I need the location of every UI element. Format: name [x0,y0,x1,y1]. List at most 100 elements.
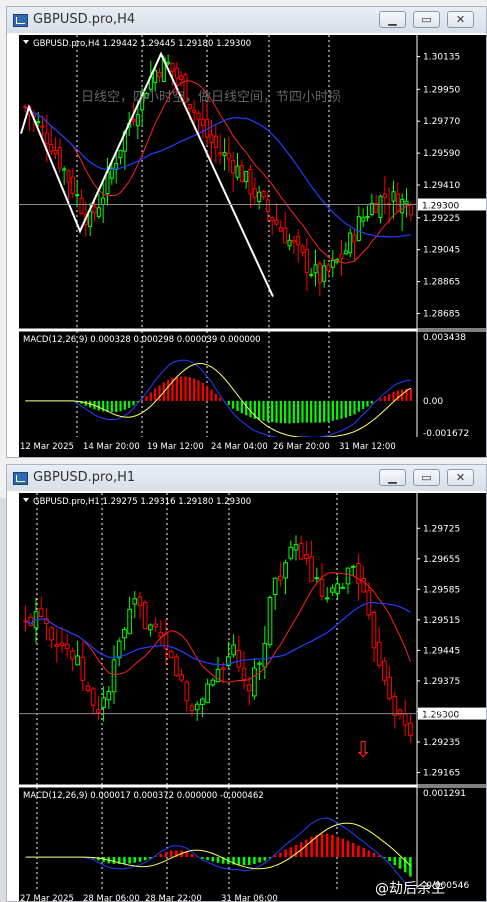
close-icon: ✕ [455,13,466,26]
chart-canvas[interactable]: 1.293001.297251.296551.295851.295151.294… [7,491,486,901]
candle-body [408,722,413,737]
candle-body [122,628,127,639]
candle-body [304,554,309,559]
candle-body [343,250,348,255]
candle-body [213,135,218,148]
candle-body [90,688,96,706]
chart-window-icon [13,14,28,27]
candle-body [288,546,294,559]
candle-body [205,683,210,703]
minimize-button[interactable]: ▁ [379,469,406,486]
time-tick-label: 19 Mar 12:00 [147,442,204,452]
macd-tick-label: 0.00 [423,397,443,407]
candle-body [395,193,400,212]
candle-body [200,698,205,705]
price-tick-label: 1.28865 [423,278,460,288]
candle-body [335,583,340,594]
chart-canvas[interactable]: 1.29300 1.30135 1.29950 1.29770 1.29590 1.294… [7,33,486,457]
candle-body [283,562,288,579]
time-tick-label: 28 Mar 06:00 [83,894,140,901]
candle-body [313,264,318,274]
candle-body [309,273,314,276]
macd-tick-label: 0.001291 [423,789,466,799]
candle-body [157,72,162,78]
candle-body [265,199,270,212]
candle-body [241,667,247,681]
window-titlebar[interactable]: GBPUSD.pro,H4 ▁ ▭ ✕ [7,7,486,34]
close-button[interactable]: ✕ [447,11,474,28]
candle-body [80,656,86,681]
candle-body [298,543,304,560]
candle-body [59,642,65,647]
symbol-info: GBPUSD.pro,H4 1.29442 1.29445 1.29180 1.… [33,39,251,49]
sell-arrow-icon: ⇩ [354,738,372,763]
candle-body [194,703,200,711]
candle-body [92,206,97,214]
candle-body [111,659,117,693]
candle-body [174,67,179,79]
price-tick-label: 1.29045 [423,246,460,256]
candle-body [96,207,101,217]
candle-body [66,170,71,183]
watermark-text: @劫后余生 [375,880,445,897]
chart-window-h4[interactable]: GBPUSD.pro,H4 ▁ ▭ ✕ 1.29300 1.30135 1.2995… [6,6,487,458]
candle-body [101,197,106,205]
candle-body [196,112,201,120]
window-titlebar[interactable]: GBPUSD.pro,H1 ▁ ▭ ✕ [7,465,486,492]
close-icon: ✕ [455,471,466,484]
candle-body [70,176,75,194]
candle-body [257,191,262,202]
candle-body [53,149,58,155]
time-tick-label: 14 Mar 20:00 [83,442,140,452]
symbol-info: GBPUSD.pro,H1 1.29275 1.29316 1.29180 1.… [33,497,251,507]
price-tick-label: 1.29770 [423,117,460,127]
price-tick-label: 1.29590 [423,149,460,159]
candle-body [274,219,279,225]
candle-body [252,188,257,198]
candle-body [376,641,382,666]
candle-body [236,649,242,668]
price-tick-label: 1.29225 [423,214,460,224]
candle-body [293,544,299,551]
price-tick-label: 1.29445 [423,646,460,656]
price-tick-label: 1.29410 [423,181,460,191]
candle-body [132,598,138,605]
price-tick-label: 1.29585 [423,585,460,595]
candle-body [131,119,136,122]
candle-body [257,662,262,665]
candle-body [356,563,361,584]
candle-body [170,62,175,72]
maximize-icon: ▭ [421,471,432,484]
candle-body [187,103,192,110]
candle-body [314,577,320,580]
candle-body [365,216,370,219]
current-price-label: 1.29300 [422,201,459,211]
candle-body [44,132,49,145]
candle-body [378,195,383,219]
price-tick-label: 1.29235 [423,738,460,748]
price-tick-label: 1.29950 [423,85,460,95]
candle-body [348,232,353,254]
candle-body [85,685,91,691]
time-tick-label: 27 Mar 2025 [20,894,74,901]
minimize-button[interactable]: ▁ [379,11,406,28]
maximize-button[interactable]: ▭ [413,469,440,486]
close-button[interactable]: ✕ [447,469,474,486]
candle-body [317,263,322,284]
candle-body [239,165,244,183]
candle-body [116,640,122,659]
candle-body [118,149,123,159]
candle-body [382,660,387,681]
candle-body [291,239,296,243]
candle-body [345,567,351,585]
price-tick-label: 1.30135 [423,53,460,63]
maximize-button[interactable]: ▭ [413,11,440,28]
candle-body [79,197,84,215]
candle-body [408,204,413,216]
candle-body [382,193,387,198]
price-panel [19,35,417,329]
candle-body [179,674,184,681]
candle-body [244,171,249,183]
chart-window-h1[interactable]: GBPUSD.pro,H1 ▁ ▭ ✕ 1.29300 1.29725 1.2965… [6,464,487,902]
minimize-icon: ▁ [388,13,397,26]
